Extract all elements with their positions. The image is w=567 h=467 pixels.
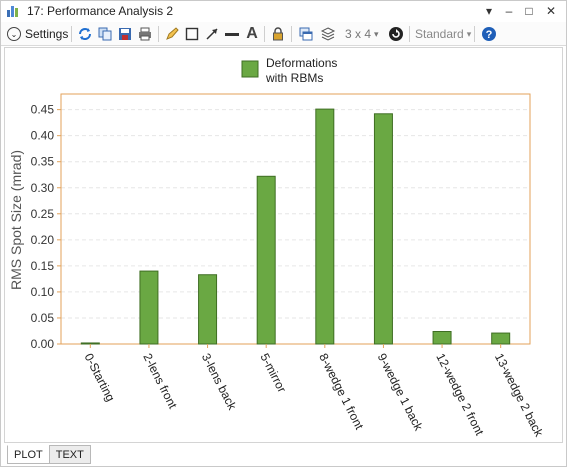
lock-icon[interactable]	[269, 25, 287, 43]
bar	[315, 108, 335, 345]
x-tick-label: 8-wedge 1 front	[316, 351, 367, 432]
chevron-down-icon: ▾	[466, 28, 472, 39]
bars	[80, 108, 511, 345]
maximize-icon[interactable]: □	[519, 2, 539, 20]
chevron-down-icon: ⌄	[7, 27, 21, 41]
help-icon[interactable]: ?	[480, 25, 498, 43]
style-dropdown[interactable]: Standard ▾	[415, 25, 471, 43]
refresh-icon[interactable]	[76, 25, 94, 43]
bar-chart: Deformations with RBMs RMS Spot Size (mr…	[8, 56, 546, 440]
x-tick-label: 0-Starting	[82, 351, 118, 404]
style-label: Standard	[415, 27, 464, 41]
x-tick-label: 2-lens front	[140, 351, 180, 411]
pencil-icon[interactable]	[163, 25, 181, 43]
minimize-icon[interactable]: –	[499, 2, 519, 20]
line-icon[interactable]	[223, 25, 241, 43]
dropdown-arrow-icon[interactable]: ▾	[479, 2, 499, 20]
x-tick-label: 13-wedge 2 back	[492, 351, 546, 440]
y-axis-label: RMS Spot Size (mrad)	[8, 150, 24, 290]
y-tick-label: 0.20	[31, 233, 55, 247]
y-tick-label: 0.45	[31, 103, 55, 117]
settings-button[interactable]: ⌄ Settings	[7, 25, 68, 43]
x-tick-label: 12-wedge 2 front	[433, 351, 487, 438]
separator	[291, 26, 292, 42]
text-annotation-icon[interactable]: A	[243, 25, 261, 43]
legend-line-1: Deformations	[266, 56, 337, 70]
save-icon[interactable]	[116, 25, 134, 43]
x-ticks: 0-Starting 2-lens front 3-lens back 5-mirro…	[82, 344, 546, 440]
rotate-icon[interactable]	[387, 25, 405, 43]
chevron-down-icon: ▾	[374, 28, 379, 39]
toolbar: ⌄ Settings A 3 x 4 ▾ Standard ▾ ?	[1, 22, 566, 46]
layout-dropdown[interactable]: 3 x 4 ▾	[345, 25, 379, 43]
view-tabs: PLOT TEXT	[7, 445, 91, 465]
performance-analysis-app-icon	[7, 6, 18, 17]
y-ticks: 0.00 0.05 0.10 0.15 0.20 0.25 0.30 0.35 0.40 0.45	[31, 103, 61, 351]
legend: Deformations with RBMs	[241, 56, 337, 85]
rectangle-icon[interactable]	[183, 25, 201, 43]
y-tick-label: 0.40	[31, 129, 55, 143]
window-title: 17: Performance Analysis 2	[27, 4, 174, 18]
bar	[139, 270, 159, 345]
bar	[198, 274, 218, 345]
svg-text:?: ?	[486, 29, 493, 41]
separator	[409, 26, 410, 42]
settings-label: Settings	[25, 27, 69, 41]
x-tick-label: 5-mirror	[258, 351, 290, 395]
bar	[80, 342, 100, 345]
tab-text[interactable]: TEXT	[48, 445, 91, 464]
arrow-icon[interactable]	[203, 25, 221, 43]
x-tick-label: 3-lens back	[199, 351, 240, 413]
grid	[61, 109, 530, 319]
bar	[373, 113, 393, 345]
plot-frame	[60, 93, 531, 345]
window-clone-icon[interactable]	[297, 25, 315, 43]
legend-line-2: with RBMs	[265, 71, 323, 85]
bar	[491, 332, 511, 345]
y-tick-label: 0.05	[31, 311, 55, 325]
print-icon[interactable]	[136, 25, 154, 43]
plot-area: Deformations with RBMs RMS Spot Size (mr…	[4, 47, 563, 443]
separator	[158, 26, 159, 42]
tab-plot[interactable]: PLOT	[7, 445, 50, 464]
y-tick-label: 0.15	[31, 259, 55, 273]
y-tick-label: 0.35	[31, 155, 55, 169]
y-tick-label: 0.10	[31, 285, 55, 299]
axes	[60, 93, 531, 345]
analysis-window: 17: Performance Analysis 2 ▾ – □ ✕ ⌄ Set…	[0, 0, 567, 467]
layers-icon[interactable]	[319, 25, 337, 43]
layout-label: 3 x 4	[345, 27, 372, 41]
separator	[71, 26, 72, 42]
copy-icon[interactable]	[96, 25, 114, 43]
title-bar: 17: Performance Analysis 2 ▾ – □ ✕	[1, 1, 566, 21]
x-tick-label: 9-wedge 1 back	[375, 351, 426, 434]
separator	[474, 26, 475, 42]
close-icon[interactable]: ✕	[541, 2, 561, 20]
y-tick-label: 0.00	[31, 337, 55, 351]
legend-swatch	[241, 60, 259, 78]
y-tick-label: 0.25	[31, 207, 55, 221]
bar	[256, 175, 276, 345]
y-tick-label: 0.30	[31, 181, 55, 195]
separator	[264, 26, 265, 42]
bar	[432, 331, 452, 345]
